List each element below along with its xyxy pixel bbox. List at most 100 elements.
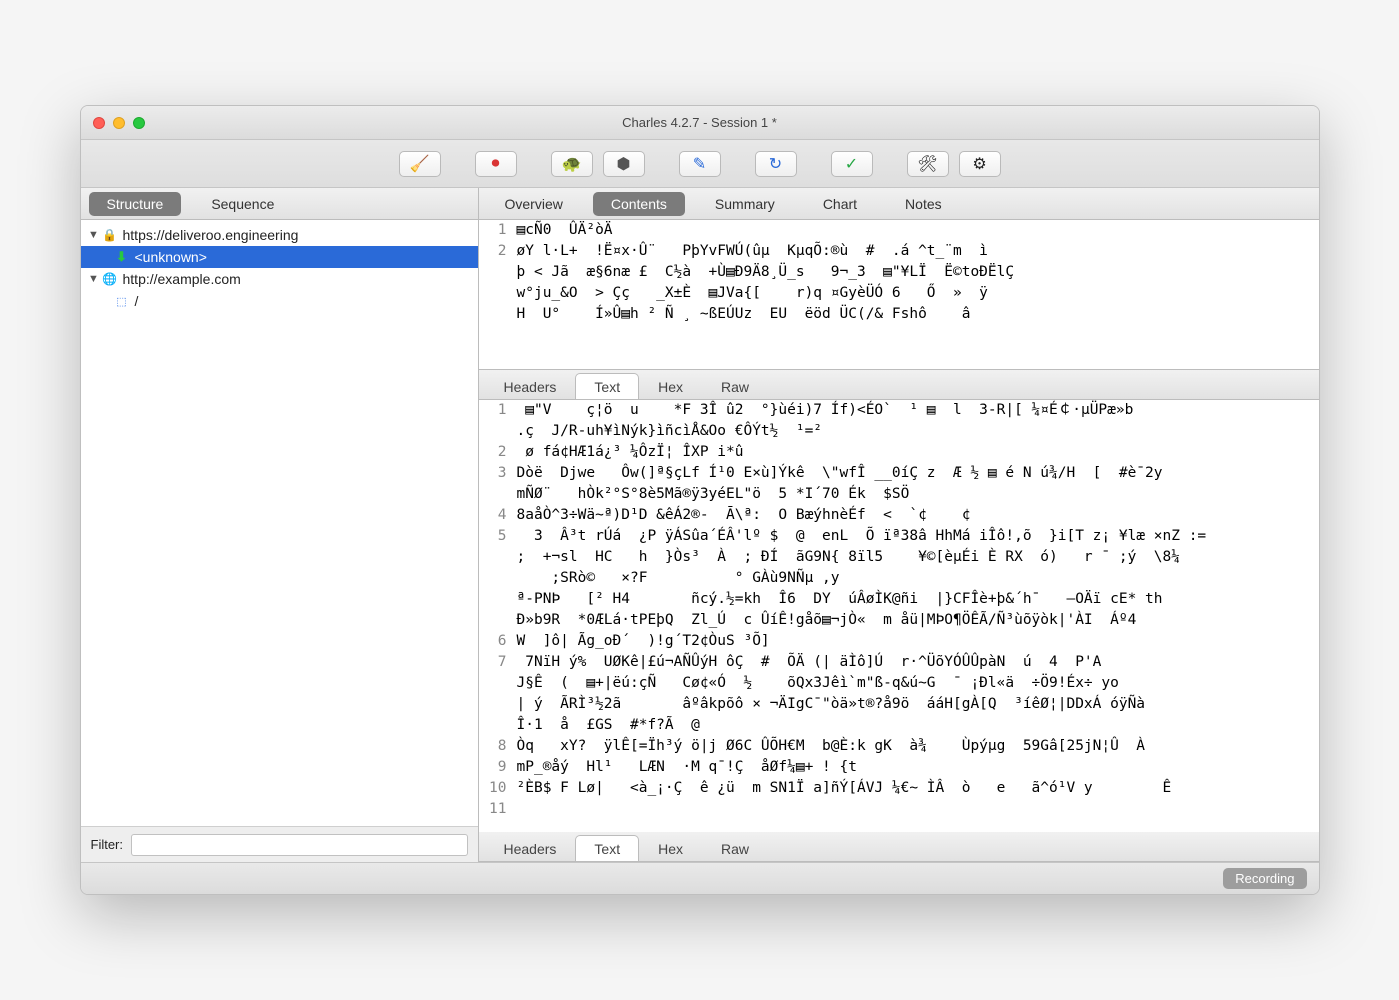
line-content: 7NïH ý% UØKê|£ú¬AÑÛýH ôÇ # ÕÄ (| äÌô]Ú r… <box>517 652 1102 673</box>
tree-host[interactable]: ▼ http://example.com <box>81 268 478 290</box>
line-number: 2 <box>479 241 517 262</box>
record-button[interactable]: ⏺ <box>475 151 517 177</box>
window-title: Charles 4.2.7 - Session 1 * <box>81 115 1319 130</box>
code-line: ; +¬sl HC h }Òs³ À ; ÐÍ ãG9N{ 8ïl5 ¥©[èµ… <box>479 547 1319 568</box>
tab-contents[interactable]: Contents <box>593 192 685 216</box>
tree-label: http://example.com <box>123 271 241 287</box>
code-line: | ý ÃRÌ³½2ã âºâkpõô × ¬ÄIgC¯"òä»t®?å9ö á… <box>479 694 1319 715</box>
filter-input[interactable] <box>131 834 468 856</box>
code-line: 2 ø fá¢HÆ1á¿³ ¼ÔzÏ¦ ÎXP i*û <box>479 442 1319 463</box>
line-number <box>479 283 517 304</box>
tab-headers[interactable]: Headers <box>485 835 576 861</box>
repeat-button[interactable]: ↻ <box>755 151 797 177</box>
line-content: H U° Í»Û▤h ² Ñ ¸ ~ßEÚUz EU ëöd ÜC(/& Fsh… <box>517 304 971 325</box>
tools-button[interactable]: 🛠 <box>907 151 949 177</box>
minimize-icon[interactable] <box>113 117 125 129</box>
code-line: 48aåÒ^3÷Wä~ª)D¹D &êÁ2®- Ā\ª: O BæýhnèÉf … <box>479 505 1319 526</box>
response-text[interactable]: 1 ▤"V ç¦ö u *F 3Î û2 °}ùéi)7 Íf)<ÉO` ¹ ▤… <box>479 400 1319 832</box>
code-line: Î·1 å £GS #*f?Ã @ <box>479 715 1319 736</box>
line-number: 7 <box>479 652 517 673</box>
request-text[interactable]: 1▤cÑ0 ÛÄ²òÄ2øY l·L+ !Ë¤x·Û¨ PþYvFWÚ(ûµ K… <box>479 220 1319 369</box>
line-content: 3 Â³t rÚá ¿P ÿÁSûa´ÉÂ'lº $ @ enL Õ ïª38â… <box>517 526 1207 547</box>
request-subtabs: HeadersTextHexRaw <box>479 370 1319 400</box>
tree-label: https://deliveroo.engineering <box>123 227 299 243</box>
throttle-button[interactable]: 🐢 <box>551 151 593 177</box>
line-number <box>479 673 517 694</box>
code-line: 9mP_®åý Hl¹ LÆN ·M q¯!Ç åØf¼▤+ ! {t <box>479 757 1319 778</box>
tree-item[interactable]: / <box>81 290 478 312</box>
line-number <box>479 715 517 736</box>
validate-icon: ✓ <box>845 154 858 174</box>
tab-raw[interactable]: Raw <box>702 835 768 861</box>
line-content: ø fá¢HÆ1á¿³ ¼ÔzÏ¦ ÎXP i*û <box>517 442 744 463</box>
line-number <box>479 610 517 631</box>
tab-raw[interactable]: Raw <box>702 373 768 399</box>
code-line: H U° Í»Û▤h ² Ñ ¸ ~ßEÚUz EU ëöd ÜC(/& Fsh… <box>479 304 1319 325</box>
right-tabs: Overview Contents Summary Chart Notes <box>479 188 1319 220</box>
line-number: 1 <box>479 400 517 421</box>
zoom-icon[interactable] <box>133 117 145 129</box>
code-line: 1▤cÑ0 ÛÄ²òÄ <box>479 220 1319 241</box>
tab-summary[interactable]: Summary <box>697 192 793 216</box>
line-number: 10 <box>479 778 517 799</box>
compose-button[interactable]: ✎ <box>679 151 721 177</box>
brush-button[interactable]: 🧹 <box>399 151 441 177</box>
code-line: Ð»b9R *0ÆLá·tPEþQ Zl_Ú c ÛíÊ!gåõ▤¬jÒ« m … <box>479 610 1319 631</box>
validate-button[interactable]: ✓ <box>831 151 873 177</box>
window-controls <box>81 117 145 129</box>
line-content: Î·1 å £GS #*f?Ã @ <box>517 715 700 736</box>
line-content: Dòë Djwe Ôw(]ª§çLf Í¹0 E×ù]Ýkê \"wfÎ __0… <box>517 463 1163 484</box>
main-body: Structure Sequence ▼ https://deliveroo.eng… <box>81 188 1319 862</box>
titlebar: Charles 4.2.7 - Session 1 * <box>81 106 1319 140</box>
tab-headers[interactable]: Headers <box>485 373 576 399</box>
page-icon <box>113 293 131 309</box>
tab-hex[interactable]: Hex <box>639 835 702 861</box>
line-number <box>479 262 517 283</box>
line-content: øY l·L+ !Ë¤x·Û¨ PþYvFWÚ(ûµ KµqÕ:®ù # .á … <box>517 241 988 262</box>
tree-item[interactable]: <unknown> <box>81 246 478 268</box>
app-window: Charles 4.2.7 - Session 1 * 🧹 ⏺ 🐢 ⬢ ✎ ↻ ✓ 🛠 ⚙ St… <box>80 105 1320 895</box>
code-line: 2øY l·L+ !Ë¤x·Û¨ PþYvFWÚ(ûµ KµqÕ:®ù # .á… <box>479 241 1319 262</box>
line-content: w°ju_&O > Çç _X±È ▤JVa{[ r)q ¤GyèÜÓ 6 Ő … <box>517 283 988 304</box>
line-number <box>479 484 517 505</box>
throttle-icon: 🐢 <box>562 154 582 174</box>
brush-icon: 🧹 <box>410 154 430 174</box>
code-line: ª-PNÞ [² H4 ñcý.½=kh Î6 DY úÂøÌK@ñi |}CF… <box>479 589 1319 610</box>
tab-overview[interactable]: Overview <box>487 192 581 216</box>
code-line: 5 3 Â³t rÚá ¿P ÿÁSûa´ÉÂ'lº $ @ enL Õ ïª3… <box>479 526 1319 547</box>
line-number: 1 <box>479 220 517 241</box>
line-content: ²ÈB$ F Lø| <à_¡·Ç ê ¿ü m SN1Ï a]ñÝ[ÁVJ ¼… <box>517 778 1172 799</box>
disclosure-icon[interactable]: ▼ <box>87 229 101 241</box>
tab-sequence[interactable]: Sequence <box>193 192 292 216</box>
line-number: 3 <box>479 463 517 484</box>
line-content: mÑØ¨ hÒk²°S°8è5Mã®ÿ3yéEL"ö 5 *I´70 Ék $S… <box>517 484 910 505</box>
close-icon[interactable] <box>93 117 105 129</box>
tree-host[interactable]: ▼ https://deliveroo.engineering <box>81 224 478 246</box>
tab-structure[interactable]: Structure <box>89 192 182 216</box>
line-content: Ð»b9R *0ÆLá·tPEþQ Zl_Ú c ÛíÊ!gåõ▤¬jÒ« m … <box>517 610 1137 631</box>
tab-chart[interactable]: Chart <box>805 192 875 216</box>
line-number: 11 <box>479 799 517 820</box>
line-content: J§Ê ( ▤+|ëú:çÑ Cø¢«Ó ½ õQx3Jêì`m"ß-q&ú~G… <box>517 673 1119 694</box>
settings-button[interactable]: ⚙ <box>959 151 1001 177</box>
code-line: 3Dòë Djwe Ôw(]ª§çLf Í¹0 E×ù]Ýkê \"wfÎ __… <box>479 463 1319 484</box>
left-panel: Structure Sequence ▼ https://deliveroo.eng… <box>81 188 479 862</box>
tab-text[interactable]: Text <box>575 835 639 861</box>
line-content: ª-PNÞ [² H4 ñcý.½=kh Î6 DY úÂøÌK@ñi |}CF… <box>517 589 1163 610</box>
toolbar: 🧹 ⏺ 🐢 ⬢ ✎ ↻ ✓ 🛠 ⚙ <box>81 140 1319 188</box>
recording-status: Recording <box>1223 868 1306 889</box>
disclosure-icon[interactable]: ▼ <box>87 273 101 285</box>
breakpoints-button[interactable]: ⬢ <box>603 151 645 177</box>
line-content: Òq xY? ÿlÊ[=Ïh³ý ö|j Ø6C ÛÕH€M b@È:k gK … <box>517 736 1146 757</box>
code-line: 7 7NïH ý% UØKê|£ú¬AÑÛýH ôÇ # ÕÄ (| äÌô]Ú… <box>479 652 1319 673</box>
code-line: 1 ▤"V ç¦ö u *F 3Î û2 °}ùéi)7 Íf)<ÉO` ¹ ▤… <box>479 400 1319 421</box>
tab-hex[interactable]: Hex <box>639 373 702 399</box>
tab-text[interactable]: Text <box>575 373 639 399</box>
tab-notes[interactable]: Notes <box>887 192 960 216</box>
down-icon <box>113 249 131 265</box>
line-number: 5 <box>479 526 517 547</box>
tools-icon: 🛠 <box>917 154 937 174</box>
line-number: 6 <box>479 631 517 652</box>
line-number <box>479 421 517 442</box>
request-pane: 1▤cÑ0 ÛÄ²òÄ2øY l·L+ !Ë¤x·Û¨ PþYvFWÚ(ûµ K… <box>479 220 1319 370</box>
